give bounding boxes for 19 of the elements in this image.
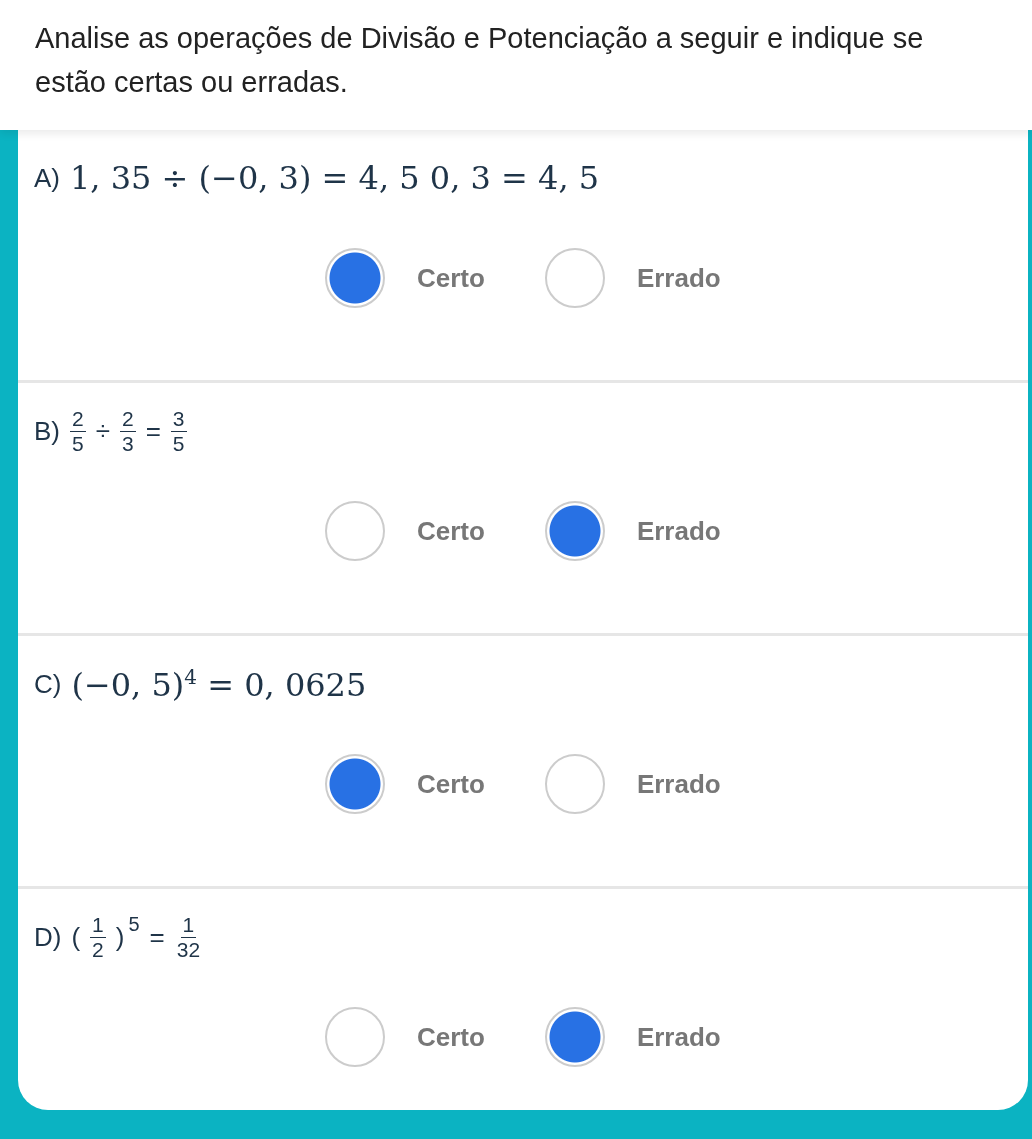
question-label: D) — [34, 921, 62, 953]
option-label[interactable]: Certo — [417, 515, 485, 547]
question-label: C) — [34, 668, 62, 700]
option-label[interactable]: Certo — [417, 768, 485, 800]
radio-button[interactable] — [325, 754, 385, 814]
option-label[interactable]: Errado — [636, 1021, 721, 1053]
radio-button[interactable] — [325, 1007, 385, 1067]
option-label[interactable]: Errado — [636, 768, 721, 800]
option-label[interactable]: Errado — [636, 515, 721, 547]
question-prompt: Analise as operações de Divisão e Potenciação a seguir e indique se estão certas ou erradas. — [35, 21, 925, 100]
math-expression: (−0, 5)$^{4}$ = 0, 0625 — [71, 664, 367, 704]
option-label[interactable]: Certo — [417, 262, 485, 294]
math-expression: 1, 35 ÷ (−0, 3) = 4, 5 0, 3 = 4, 5 — [70, 159, 600, 197]
question-label: A) — [34, 162, 60, 194]
question-label: B) — [34, 415, 60, 447]
option-label[interactable]: Errado — [636, 262, 721, 294]
radio-button[interactable] — [325, 248, 385, 308]
radio-button[interactable] — [325, 501, 385, 561]
option-label[interactable]: Certo — [417, 1021, 485, 1053]
